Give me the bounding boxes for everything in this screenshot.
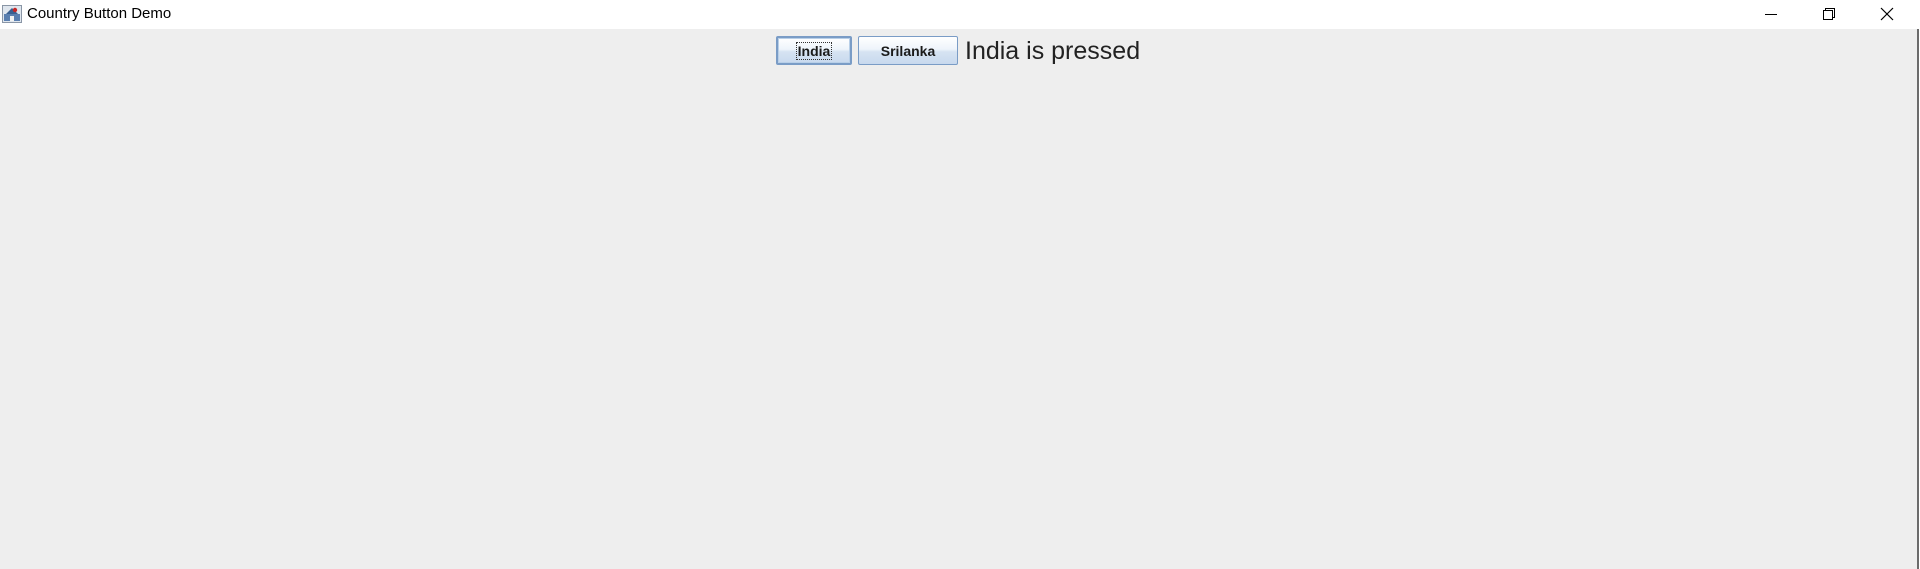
button-row: India Srilanka India is pressed — [0, 35, 1917, 69]
india-button[interactable]: India — [776, 36, 852, 65]
close-icon — [1880, 7, 1894, 21]
close-button[interactable] — [1858, 0, 1916, 28]
srilanka-button-label: Srilanka — [880, 42, 936, 59]
status-label: India is pressed — [965, 37, 1141, 65]
java-app-icon — [2, 5, 22, 23]
india-button-label: India — [795, 41, 833, 60]
minimize-button[interactable] — [1742, 0, 1800, 28]
window-title: Country Button Demo — [27, 5, 172, 22]
title-bar[interactable]: Country Button Demo — [0, 0, 1920, 28]
app-window: Country Button Demo India Srilanka India… — [0, 0, 1920, 569]
restore-icon — [1823, 8, 1835, 20]
srilanka-button[interactable]: Srilanka — [858, 36, 958, 65]
maximize-button[interactable] — [1800, 0, 1858, 28]
minimize-icon — [1765, 8, 1777, 20]
content-panel: India Srilanka India is pressed — [0, 29, 1919, 569]
